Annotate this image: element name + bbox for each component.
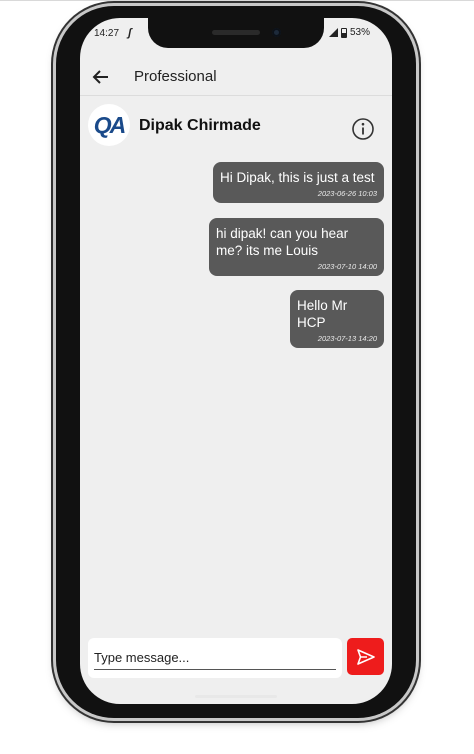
message-timestamp: 2023-07-10 14:00 bbox=[317, 262, 377, 271]
message-bubble: Hi Dipak, this is just a test 2023-06-26… bbox=[213, 162, 384, 203]
send-button[interactable] bbox=[347, 638, 384, 675]
status-time: 14:27 bbox=[94, 28, 120, 39]
notification-icon: ʃ bbox=[128, 27, 132, 39]
avatar: QA bbox=[88, 104, 130, 146]
phone-screen: 14:27 ʃ 53% Professional QA Dipak Chirma… bbox=[80, 18, 392, 704]
message-composer bbox=[88, 638, 342, 678]
home-indicator bbox=[195, 695, 277, 698]
info-circle-icon bbox=[352, 118, 374, 140]
message-bubble: hi dipak! can you hear me? its me Louis … bbox=[209, 218, 384, 276]
back-button[interactable] bbox=[90, 66, 112, 88]
message-bubble: Hello Mr HCP 2023-07-13 14:20 bbox=[290, 290, 384, 348]
info-button[interactable] bbox=[351, 117, 375, 141]
page-top-rule bbox=[0, 0, 474, 1]
arrow-left-icon bbox=[92, 70, 108, 84]
send-icon bbox=[356, 648, 375, 665]
battery-icon bbox=[340, 27, 347, 38]
signal-icon bbox=[328, 28, 338, 37]
message-input[interactable] bbox=[94, 646, 336, 670]
phone-notch bbox=[148, 18, 324, 48]
contact-name: Dipak Chirmade bbox=[139, 117, 261, 134]
contact-row: QA Dipak Chirmade bbox=[80, 102, 392, 152]
message-text: Hello Mr HCP bbox=[297, 298, 348, 330]
message-timestamp: 2023-06-26 10:03 bbox=[317, 189, 377, 198]
speaker-grille bbox=[212, 30, 260, 35]
status-indicators: 53% bbox=[328, 27, 370, 38]
page-title: Professional bbox=[134, 68, 217, 85]
message-text: hi dipak! can you hear me? its me Louis bbox=[216, 226, 349, 258]
message-timestamp: 2023-07-13 14:20 bbox=[317, 334, 377, 343]
battery-percent: 53% bbox=[349, 27, 370, 38]
message-text: Hi Dipak, this is just a test bbox=[220, 170, 375, 185]
front-camera bbox=[272, 28, 281, 37]
app-header: Professional bbox=[80, 60, 392, 96]
